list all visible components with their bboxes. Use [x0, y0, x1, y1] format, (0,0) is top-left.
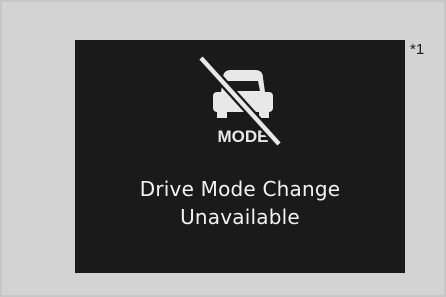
message-line-1: Drive Mode Change	[139, 177, 341, 201]
message-line-2: Unavailable	[180, 205, 300, 229]
mode-unavailable-icon: MODE	[197, 54, 283, 148]
footnote-marker: *1	[410, 41, 425, 58]
